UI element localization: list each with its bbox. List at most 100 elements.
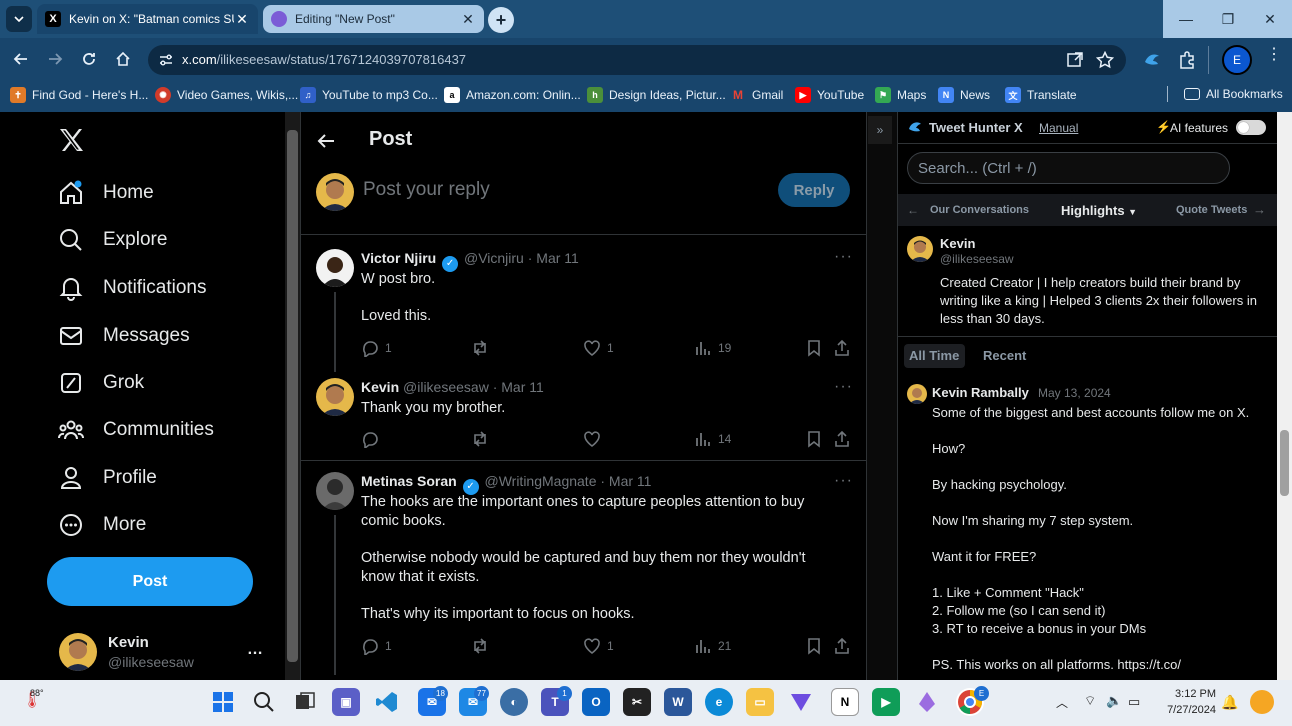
bookmark-star-icon[interactable] [1096,51,1114,69]
bookmark-item[interactable]: a Amazon.com: Onlin... [444,87,581,103]
tweet-hunter-extension-icon[interactable] [1142,50,1162,70]
close-tab-icon[interactable]: ✕ [460,11,476,28]
x-logo-icon[interactable] [57,126,85,154]
restore-button[interactable]: ❐ [1205,0,1251,38]
bookmark-button[interactable] [805,339,829,357]
retweet-button[interactable] [471,339,495,357]
arrow-left-icon[interactable]: ← [907,203,919,217]
vscode-icon[interactable] [373,688,401,716]
retweet-button[interactable] [471,637,495,655]
avatar[interactable] [316,378,354,416]
reply-input[interactable]: Post your reply [363,179,490,201]
highlights-dropdown[interactable]: Highlights ▼ [1061,203,1137,218]
reply-button[interactable]: 1 [361,637,392,655]
notification-bell-icon[interactable]: 🔔 [1221,694,1238,711]
back-arrow-icon[interactable] [316,131,336,151]
bookmark-item[interactable]: N News [938,87,990,103]
collapse-panel-button[interactable]: » [868,116,892,144]
manual-link[interactable]: Manual [1039,121,1078,135]
forward-button[interactable] [44,48,66,70]
nav-more[interactable]: More [57,510,146,540]
edge-icon[interactable]: e [705,688,733,716]
meet-icon[interactable]: ▶ [872,688,900,716]
share-button[interactable] [833,339,857,357]
nav-profile[interactable]: Profile [57,463,157,493]
tab-search-button[interactable] [6,6,32,32]
bookmark-item[interactable]: ⚑ Maps [875,87,926,103]
open-in-app-icon[interactable] [1066,51,1084,69]
bookmark-item[interactable]: ✺ Video Games, Wikis,... [155,87,298,103]
start-button[interactable] [209,688,237,716]
scrollbar-thumb[interactable] [287,130,298,662]
wifi-icon[interactable]: ⌔ [1084,693,1096,709]
tweet-more-button[interactable]: ··· [834,472,853,490]
tab-recent[interactable]: Recent [983,348,1026,363]
bookmark-item[interactable]: 文 Translate [1005,87,1077,103]
tab-editing-new-post[interactable]: Editing "New Post" ✕ [263,5,484,33]
site-info-icon[interactable] [158,52,174,68]
nav-communities[interactable]: Communities [57,415,214,445]
back-button[interactable] [10,48,32,70]
bookmark-item[interactable]: h Design Ideas, Pictur... [587,87,726,103]
views-button[interactable]: 19 [694,339,731,357]
close-window-button[interactable]: ✕ [1247,0,1292,38]
like-button[interactable]: 1 [583,637,614,655]
vpn-icon[interactable] [787,688,815,716]
post-button[interactable]: Post [47,557,253,606]
share-button[interactable] [833,637,857,655]
new-tab-button[interactable]: + [488,7,514,33]
tweet-more-button[interactable]: ··· [834,248,853,266]
avatar[interactable] [316,249,354,287]
bookmark-item[interactable]: ✝ Find God - Here's H... [10,87,148,103]
search-button[interactable] [250,688,278,716]
reply-button[interactable]: Reply [778,173,850,207]
share-button[interactable] [833,430,857,448]
page-scrollbar[interactable] [1277,112,1292,680]
extensions-puzzle-icon[interactable] [1177,50,1197,70]
crystal-app-icon[interactable] [913,688,941,716]
volume-icon[interactable]: 🔈 [1106,693,1122,709]
home-button[interactable] [112,48,134,70]
reply-button[interactable] [361,430,385,448]
bookmark-button[interactable] [805,637,829,655]
task-view-button[interactable] [291,688,319,716]
profile-avatar[interactable]: E [1222,45,1252,75]
like-button[interactable] [583,430,607,448]
nav-messages[interactable]: Messages [57,321,190,351]
nav-notifications[interactable]: Notifications [57,273,207,303]
nav-grok[interactable]: Grok [57,368,144,398]
all-bookmarks-button[interactable]: All Bookmarks [1184,87,1283,101]
word-icon[interactable]: W [664,688,692,716]
nav-explore[interactable]: Explore [57,225,167,255]
capcut-icon[interactable]: ✂ [623,688,651,716]
copilot-icon[interactable] [1250,690,1274,714]
arrow-right-icon[interactable]: → [1253,202,1266,217]
tab-all-time[interactable]: All Time [904,344,965,368]
ai-features-toggle[interactable] [1236,120,1266,135]
sidebar-scrollbar[interactable] [285,112,300,680]
browser-menu-icon[interactable]: ⋮ [1266,47,1282,63]
our-conversations-link[interactable]: Our Conversations [930,204,1029,216]
close-tab-icon[interactable]: ✕ [234,11,250,28]
chevron-up-icon[interactable]: ︿ [1056,694,1068,711]
clock-time[interactable]: 3:12 PM [1160,688,1216,700]
quote-tweets-link[interactable]: Quote Tweets [1176,204,1247,216]
tab-kevin-on-x[interactable]: X Kevin on X: "Batman comics SU ✕ [37,4,258,34]
bookmark-button[interactable] [805,430,829,448]
clock-date[interactable]: 7/27/2024 [1152,704,1216,716]
meet-app-icon[interactable]: ▣ [332,688,360,716]
tweet-more-button[interactable]: ··· [834,378,853,396]
reload-button[interactable] [78,48,100,70]
battery-icon[interactable]: ▭ [1128,694,1140,710]
scrollbar-thumb[interactable] [1280,430,1289,496]
bookmark-item[interactable]: ▶ YouTube [795,87,864,103]
steam-icon[interactable]: ◐ [500,688,528,716]
nav-home[interactable]: Home [57,178,154,208]
minimize-button[interactable]: — [1163,0,1209,38]
bookmark-item[interactable]: ♫ YouTube to mp3 Co... [300,87,438,103]
file-explorer-icon[interactable]: ▭ [746,688,774,716]
account-avatar[interactable] [59,633,97,671]
retweet-button[interactable] [471,430,495,448]
like-button[interactable]: 1 [583,339,614,357]
account-more-button[interactable]: … [247,641,263,659]
